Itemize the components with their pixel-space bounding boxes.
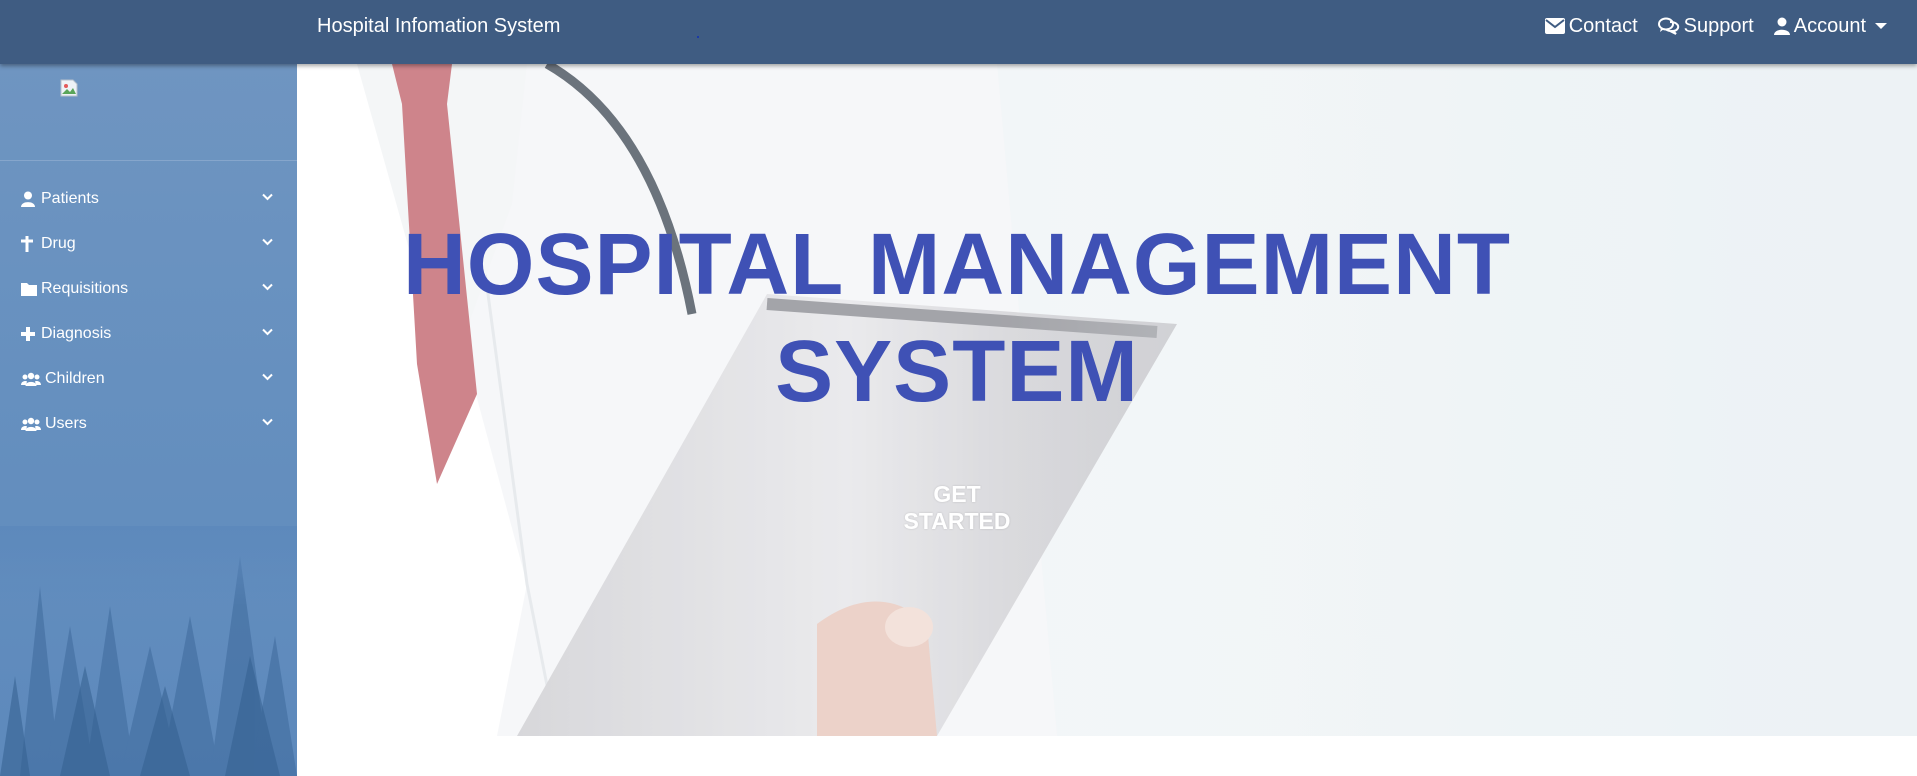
sidebar-item-requisitions[interactable]: Requisitions bbox=[0, 266, 297, 311]
sidebar: Patients Drug Requisitions Diagnosis Chi… bbox=[0, 64, 297, 776]
broken-image-icon bbox=[60, 79, 78, 97]
sidebar-menu: Patients Drug Requisitions Diagnosis Chi… bbox=[0, 176, 297, 446]
get-started-button[interactable]: GET STARTED bbox=[877, 481, 1037, 535]
forest-background-image bbox=[0, 526, 297, 776]
hero-title-line2: SYSTEM bbox=[775, 323, 1139, 420]
account-dropdown[interactable]: Account bbox=[1773, 14, 1887, 38]
contact-link[interactable]: Contact bbox=[1544, 14, 1638, 38]
sidebar-item-diagnosis[interactable]: Diagnosis bbox=[0, 311, 297, 356]
hero-title: HOSPITAL MANAGEMENT SYSTEM bbox=[357, 211, 1557, 425]
folder-icon bbox=[21, 281, 37, 297]
chevron-down-icon bbox=[262, 328, 273, 336]
contact-label: Contact bbox=[1568, 15, 1638, 37]
content-area bbox=[297, 736, 1917, 776]
sidebar-item-children[interactable]: Children bbox=[0, 356, 297, 401]
sidebar-item-label: Users bbox=[45, 414, 87, 432]
plus-icon bbox=[21, 326, 37, 342]
sidebar-item-label: Drug bbox=[41, 234, 76, 252]
sidebar-item-patients[interactable]: Patients bbox=[0, 176, 297, 221]
hero-section: HOSPITAL MANAGEMENT SYSTEM GET STARTED bbox=[297, 64, 1917, 736]
top-navbar: Hospital Infomation System Contact Suppo… bbox=[0, 0, 1917, 64]
decorative-dot bbox=[697, 36, 699, 38]
sidebar-item-label: Children bbox=[45, 369, 105, 387]
chevron-down-icon bbox=[262, 373, 273, 381]
sidebar-item-label: Diagnosis bbox=[41, 324, 112, 342]
chevron-down-icon bbox=[262, 238, 273, 246]
brand-link[interactable]: Hospital Infomation System bbox=[317, 14, 560, 38]
hero-title-line1: HOSPITAL MANAGEMENT bbox=[402, 216, 1512, 313]
support-link[interactable]: Support bbox=[1657, 14, 1754, 38]
account-label: Account bbox=[1793, 15, 1866, 37]
chevron-down-icon bbox=[262, 283, 273, 291]
sidebar-item-users[interactable]: Users bbox=[0, 401, 297, 446]
chevron-down-icon bbox=[262, 418, 273, 426]
caret-down-icon bbox=[1875, 23, 1887, 29]
users-icon bbox=[21, 371, 41, 387]
sidebar-item-drug[interactable]: Drug bbox=[0, 221, 297, 266]
comments-icon bbox=[1657, 17, 1679, 35]
users-icon bbox=[21, 416, 41, 432]
navbar-links: Contact Support Account bbox=[1544, 14, 1887, 38]
chevron-down-icon bbox=[262, 193, 273, 201]
user-icon bbox=[1773, 17, 1790, 35]
sidebar-item-label: Patients bbox=[41, 189, 99, 207]
envelope-icon bbox=[1544, 18, 1565, 34]
logo-area bbox=[0, 64, 297, 161]
cross-icon bbox=[21, 235, 37, 252]
sidebar-item-label: Requisitions bbox=[41, 279, 129, 297]
support-label: Support bbox=[1683, 15, 1754, 37]
user-icon bbox=[21, 191, 37, 207]
